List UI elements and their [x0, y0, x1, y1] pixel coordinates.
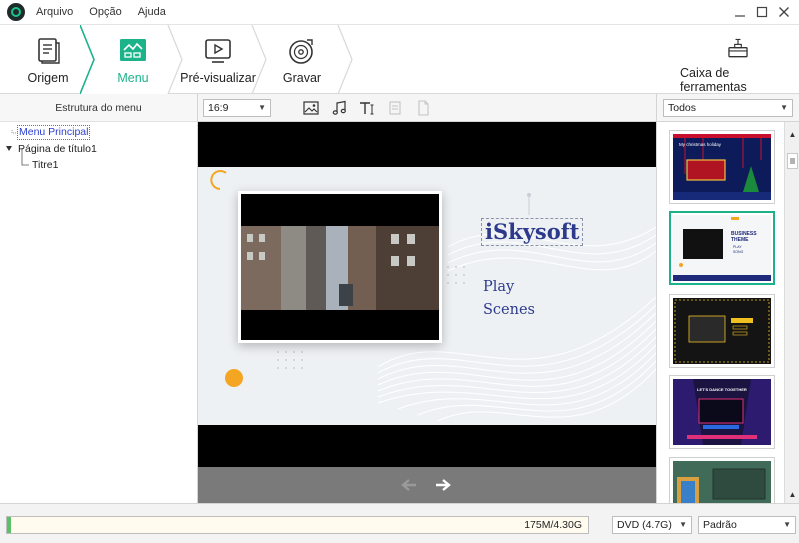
- page-navigation-bar: [198, 467, 656, 503]
- app-logo-icon: [7, 3, 25, 21]
- step-label: Gravar: [282, 71, 322, 85]
- disc-usage-fill: [7, 517, 12, 533]
- menu-tree: Menu Principal Página de título1 Titre1: [0, 122, 197, 173]
- tree-item-root[interactable]: Menu Principal: [0, 125, 197, 141]
- template-filter-bar: Todos ▼: [656, 94, 799, 122]
- template-scrollbar[interactable]: ▲ ▲: [784, 122, 799, 503]
- step-origem[interactable]: Origem: [8, 25, 88, 94]
- tree-item-page[interactable]: Página de título1: [0, 141, 197, 157]
- editor-toolbar: 16:9 ▼: [198, 94, 656, 122]
- step-toolbar: Origem Menu Pré-visualizar Gravar Caixa …: [0, 24, 799, 94]
- template-christmas[interactable]: My christmas holiday: [669, 130, 775, 204]
- text-icon[interactable]: [358, 99, 376, 117]
- music-icon[interactable]: [330, 99, 348, 117]
- step-pre-visualizar[interactable]: Pré-visualizar: [176, 25, 260, 94]
- dark-yellow-scene: [674, 299, 770, 363]
- copy-icon[interactable]: [386, 99, 404, 117]
- template-business[interactable]: BUSINESS THEME PLAY SONG: [669, 211, 775, 285]
- aspect-ratio-select[interactable]: 16:9 ▼: [203, 99, 271, 117]
- minimize-button[interactable]: [731, 3, 749, 21]
- toolbox-button[interactable]: Caixa de ferramentas: [680, 25, 796, 94]
- aspect-ratio-value: 16:9: [208, 102, 229, 114]
- template-preview: LET'S DANCE TOGETHER: [673, 379, 771, 445]
- video-thumbnail-frame[interactable]: [238, 191, 442, 343]
- step-label: Pré-visualizar: [180, 71, 256, 85]
- menu-preview-canvas[interactable]: iSkysoft Play Scenes: [198, 122, 656, 467]
- minimize-icon: [735, 15, 745, 17]
- scroll-thumb[interactable]: [787, 153, 798, 169]
- source-icon: [38, 38, 60, 64]
- template-preview: [673, 461, 771, 503]
- business-scene: [673, 217, 771, 281]
- template-caption: My christmas holiday: [679, 142, 722, 147]
- menu-structure-title: Estrutura do menu: [0, 94, 197, 122]
- step-label: Menu: [117, 71, 149, 85]
- quality-value: Padrão: [703, 519, 737, 531]
- template-caption: LET'S DANCE TOGETHER: [697, 387, 747, 392]
- menu-structure-panel: Estrutura do menu Menu Principal Página …: [0, 94, 198, 503]
- close-icon: [779, 7, 789, 17]
- paste-icon[interactable]: [414, 99, 432, 117]
- template-dark-yellow[interactable]: [669, 294, 775, 368]
- template-item: SONG: [733, 250, 744, 254]
- arrow-right-icon[interactable]: [434, 477, 452, 493]
- scroll-up-button[interactable]: ▲: [786, 128, 799, 141]
- quality-select[interactable]: Padrão ▼: [698, 516, 796, 534]
- video-thumbnail: [241, 194, 439, 340]
- template-list: My christmas holiday BUSINESS THEME PLAY…: [656, 122, 784, 503]
- street-scene-image: [241, 226, 439, 310]
- chalkboard-scene: [677, 468, 766, 503]
- template-preview: [673, 298, 771, 364]
- template-preview: My christmas holiday: [673, 134, 771, 200]
- title-bar: Arquivo Opção Ajuda: [0, 0, 799, 24]
- tree-title-label[interactable]: Titre1: [32, 157, 58, 173]
- template-caption: BUSINESS THEME: [731, 231, 757, 243]
- menu-opcao[interactable]: Opção: [89, 6, 121, 18]
- tree-page-label[interactable]: Página de título1: [18, 141, 97, 157]
- disc-type-value: DVD (4.7G): [617, 519, 672, 531]
- tree-expand-icon[interactable]: [6, 146, 13, 153]
- template-preview: BUSINESS THEME PLAY SONG: [673, 215, 771, 281]
- menu-ajuda[interactable]: Ajuda: [138, 6, 166, 18]
- disc-usage-bar: 175M/4.30G: [6, 516, 589, 534]
- template-filter-select[interactable]: Todos ▼: [663, 99, 793, 117]
- disc-usage-text: 175M/4.30G: [524, 519, 582, 531]
- toolbox-icon: [728, 38, 748, 58]
- burn-disc-icon: [289, 39, 313, 64]
- status-bar: 175M/4.30G DVD (4.7G) ▼ Padrão ▼: [0, 503, 799, 543]
- close-button[interactable]: [775, 3, 793, 21]
- toolbox-label: Caixa de ferramentas: [680, 66, 747, 94]
- maximize-button[interactable]: [753, 3, 771, 21]
- step-menu[interactable]: Menu: [94, 25, 172, 94]
- chevron-down-icon: ▼: [258, 103, 266, 112]
- menu-arquivo[interactable]: Arquivo: [36, 6, 73, 18]
- maximize-icon: [756, 6, 768, 18]
- scroll-down-button[interactable]: ▲: [786, 488, 799, 501]
- grip-icon: [790, 158, 795, 164]
- arrow-left-icon[interactable]: [400, 477, 418, 493]
- template-item: PLAY: [733, 245, 742, 249]
- menu-background: iSkysoft Play Scenes: [198, 167, 656, 425]
- step-gravar[interactable]: Gravar: [266, 25, 338, 94]
- step-divider: [337, 25, 353, 94]
- image-icon[interactable]: [302, 99, 320, 117]
- step-label: Origem: [27, 71, 69, 85]
- play-button-text[interactable]: Play: [483, 279, 514, 295]
- scenes-button-text[interactable]: Scenes: [483, 302, 535, 318]
- disc-type-select[interactable]: DVD (4.7G) ▼: [612, 516, 692, 534]
- chevron-down-icon: ▼: [780, 103, 788, 112]
- chevron-down-icon: ▼: [783, 520, 791, 529]
- menu-template-icon: [120, 39, 146, 61]
- preview-icon: [205, 39, 231, 63]
- tree-item-title[interactable]: Titre1: [0, 157, 197, 173]
- brand-title[interactable]: iSkysoft: [481, 218, 584, 246]
- template-neon-stage[interactable]: LET'S DANCE TOGETHER: [669, 375, 775, 449]
- template-chalkboard[interactable]: [669, 457, 775, 503]
- tree-root-label[interactable]: Menu Principal: [17, 125, 91, 140]
- template-filter-value: Todos: [668, 102, 697, 114]
- chevron-down-icon: ▼: [679, 520, 687, 529]
